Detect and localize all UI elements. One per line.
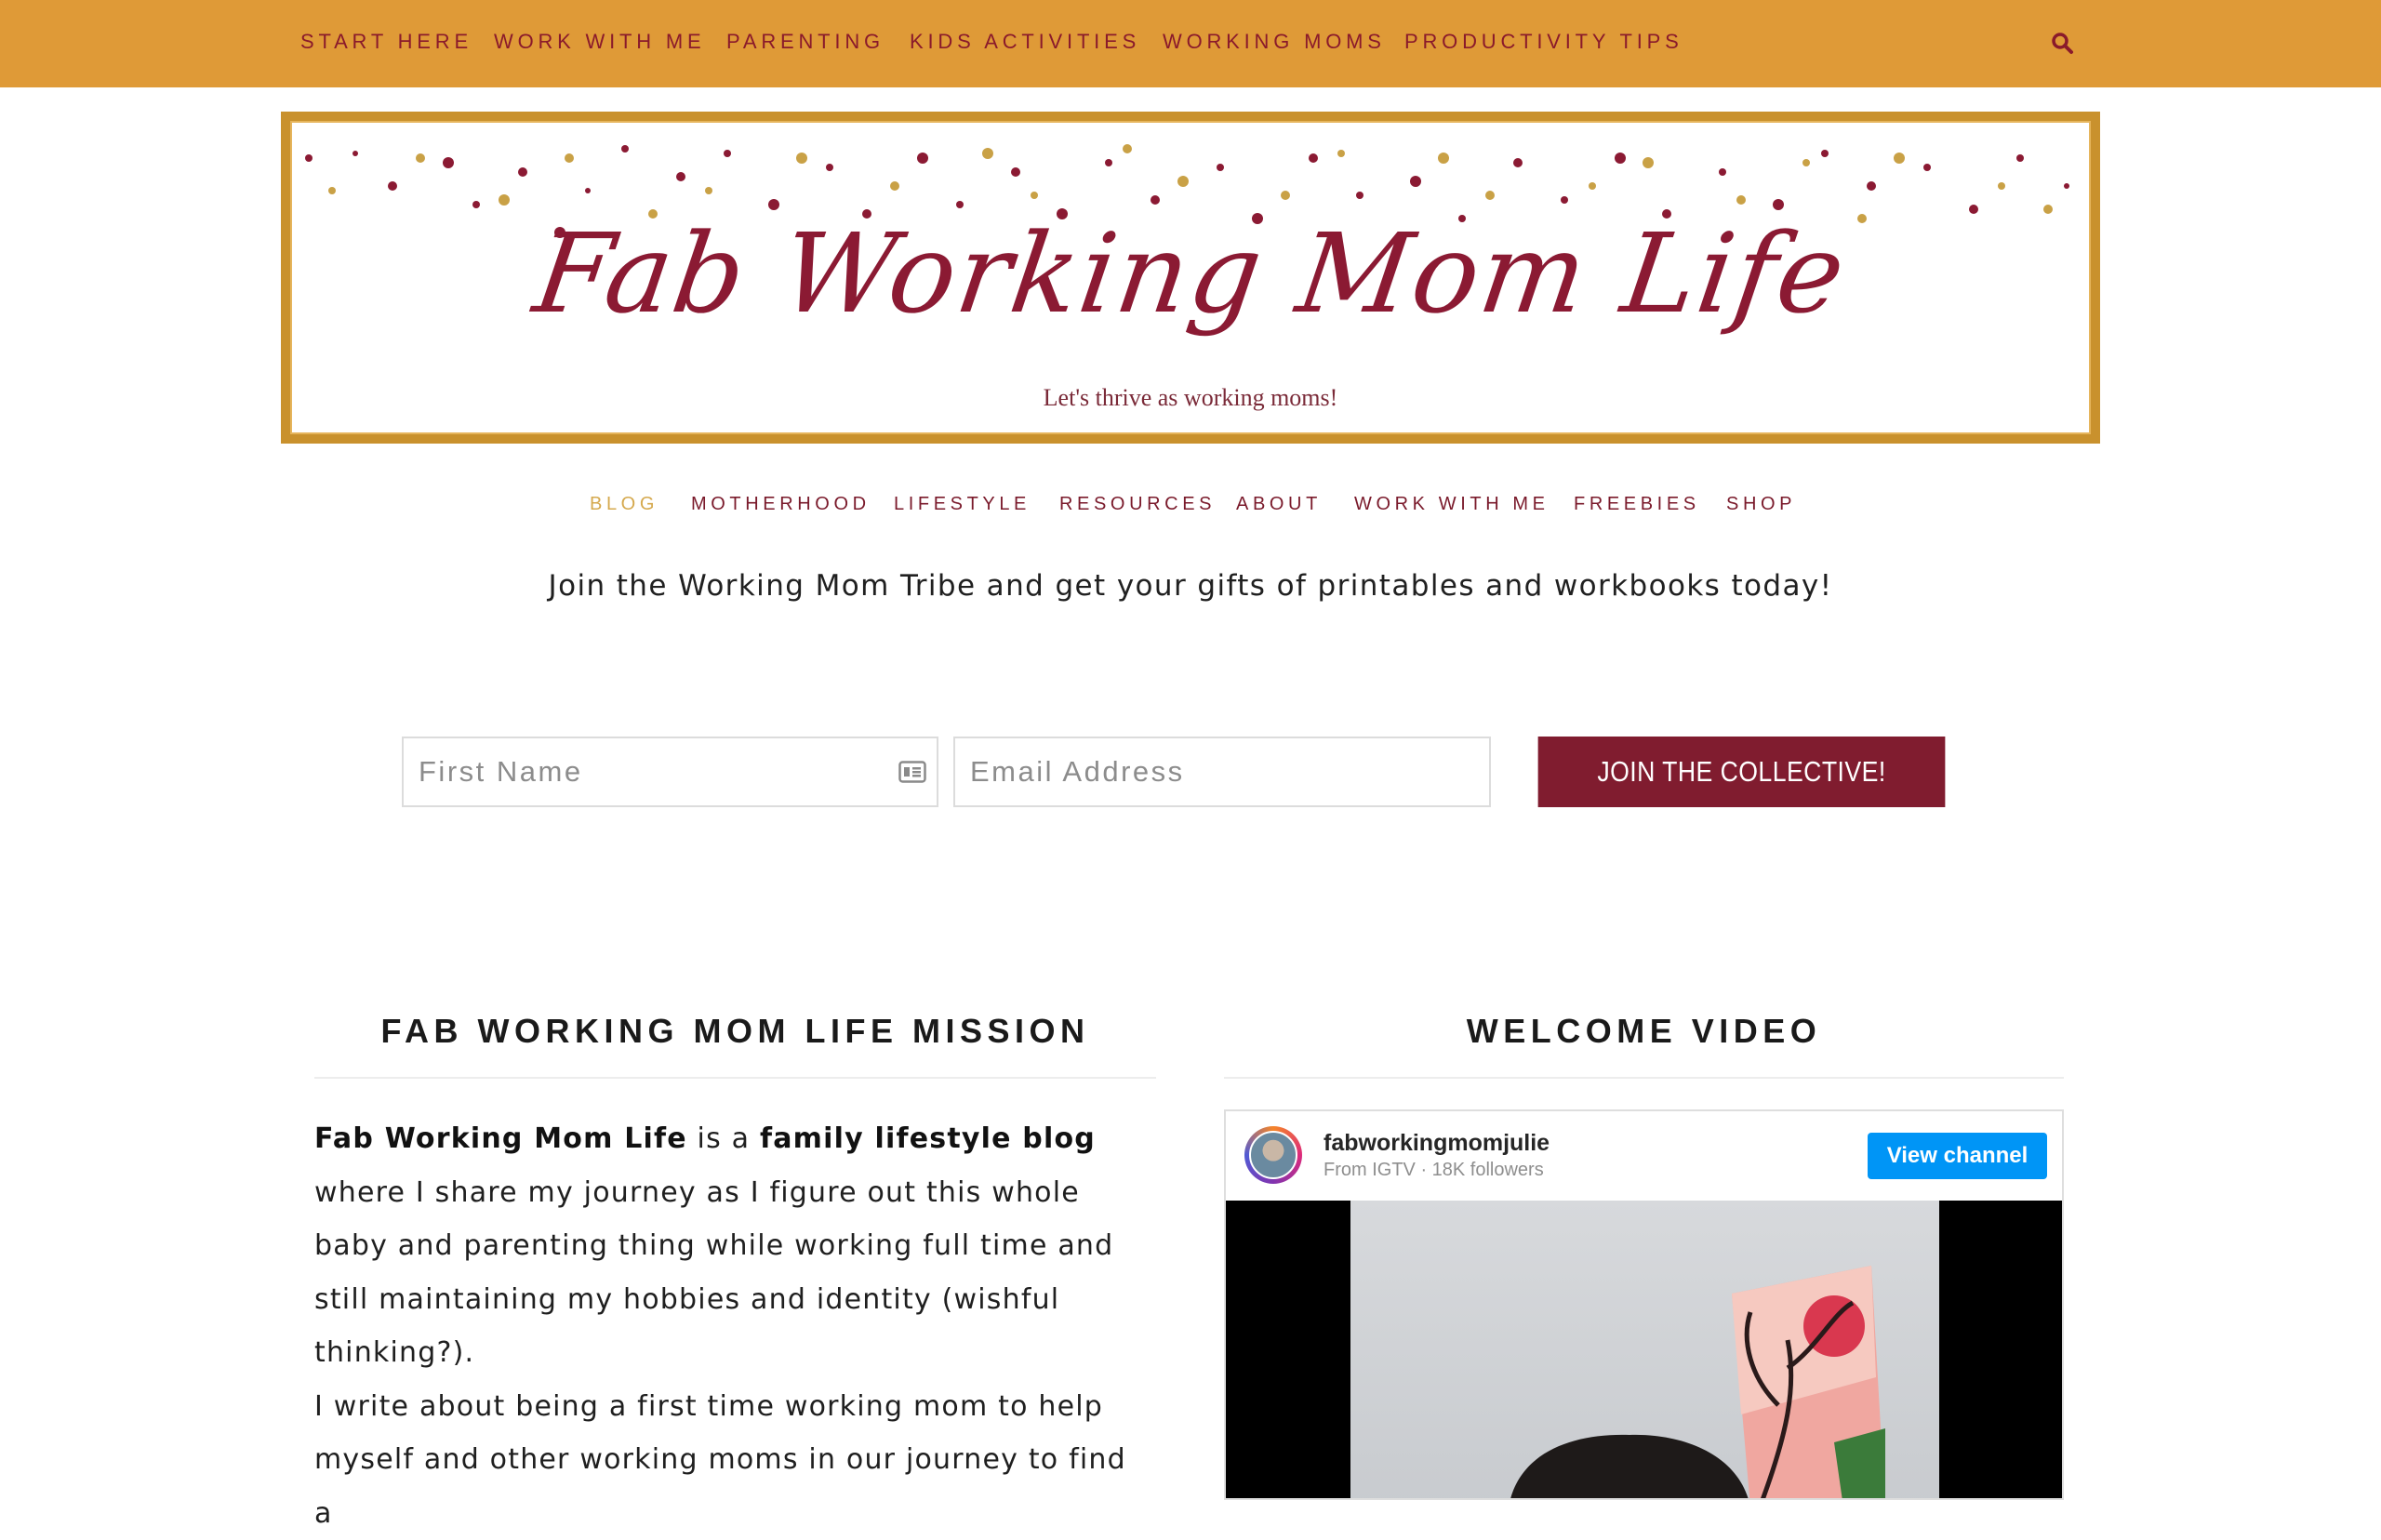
- site-logo-banner[interactable]: Fab Working Mom Life Let's thrive as wor…: [281, 112, 2100, 444]
- menu-item-blog[interactable]: BLOG: [590, 494, 658, 515]
- mission-text-segment: where I share my journey as I figure out…: [314, 1176, 1113, 1370]
- topnav-productivity-tips[interactable]: PRODUCTIVITY TIPS: [1404, 30, 1683, 54]
- menu-item-about[interactable]: ABOUT: [1236, 494, 1322, 515]
- video-frame-image: [1350, 1201, 1939, 1500]
- menu-item-lifestyle[interactable]: LIFESTYLE: [894, 494, 1031, 515]
- mission-heading: FAB WORKING MOM LIFE MISSION: [314, 1012, 1156, 1051]
- instagram-video-embed[interactable]: fabworkingmomjulie From IGTV · 18K follo…: [1224, 1109, 2064, 1500]
- menu-item-shop[interactable]: SHOP: [1726, 494, 1796, 515]
- site-tagline: Let's thrive as working moms!: [290, 384, 2091, 412]
- site-title: Fab Working Mom Life: [281, 209, 2099, 338]
- topnav-start-here[interactable]: START HERE: [300, 30, 472, 54]
- mission-text-segment: is a: [687, 1122, 760, 1155]
- mission-paragraph-2: I write about being a first time working…: [314, 1380, 1151, 1540]
- menu-item-resources[interactable]: RESOURCES: [1059, 494, 1216, 515]
- welcome-video-heading: WELCOME VIDEO: [1224, 1012, 2064, 1051]
- topnav-kids-activities[interactable]: KIDS ACTIVITIES: [910, 30, 1140, 54]
- mission-divider: [314, 1077, 1156, 1079]
- topnav-working-moms[interactable]: WORKING MOMS: [1163, 30, 1386, 54]
- menu-item-work-with-me[interactable]: WORK WITH ME: [1354, 494, 1550, 515]
- video-divider: [1224, 1077, 2064, 1079]
- top-navigation: START HERE WORK WITH ME PARENTING KIDS A…: [0, 0, 2381, 87]
- topnav-work-with-me[interactable]: WORK WITH ME: [494, 30, 705, 54]
- topnav-parenting[interactable]: PARENTING: [726, 30, 885, 54]
- search-icon[interactable]: [2051, 32, 2075, 56]
- menu-item-freebies[interactable]: FREEBIES: [1574, 494, 1700, 515]
- mission-text: Fab Working Mom Life is a family lifesty…: [314, 1112, 1151, 1540]
- signup-intro-text: Join the Working Mom Tribe and get your …: [0, 569, 2381, 603]
- top-bar: START HERE WORK WITH ME PARENTING KIDS A…: [0, 0, 2381, 87]
- mission-paragraph-1: Fab Working Mom Life is a family lifesty…: [314, 1112, 1151, 1380]
- mission-bold-brand: Fab Working Mom Life: [314, 1122, 687, 1155]
- join-collective-button[interactable]: JOIN THE COLLECTIVE!: [1538, 737, 1946, 807]
- video-player[interactable]: [1226, 1201, 2062, 1500]
- channel-username[interactable]: fabworkingmomjulie: [1324, 1130, 1550, 1157]
- menu-item-motherhood[interactable]: MOTHERHOOD: [691, 494, 871, 515]
- channel-source-followers: From IGTV · 18K followers: [1324, 1160, 1544, 1181]
- email-input[interactable]: [953, 737, 1491, 807]
- contact-card-icon: [898, 761, 926, 783]
- mission-bold-category: family lifestyle blog: [760, 1122, 1096, 1155]
- embed-header: fabworkingmomjulie From IGTV · 18K follo…: [1226, 1111, 2062, 1201]
- view-channel-button[interactable]: View channel: [1868, 1133, 2047, 1179]
- avatar[interactable]: [1244, 1126, 1302, 1184]
- first-name-input[interactable]: [402, 737, 938, 807]
